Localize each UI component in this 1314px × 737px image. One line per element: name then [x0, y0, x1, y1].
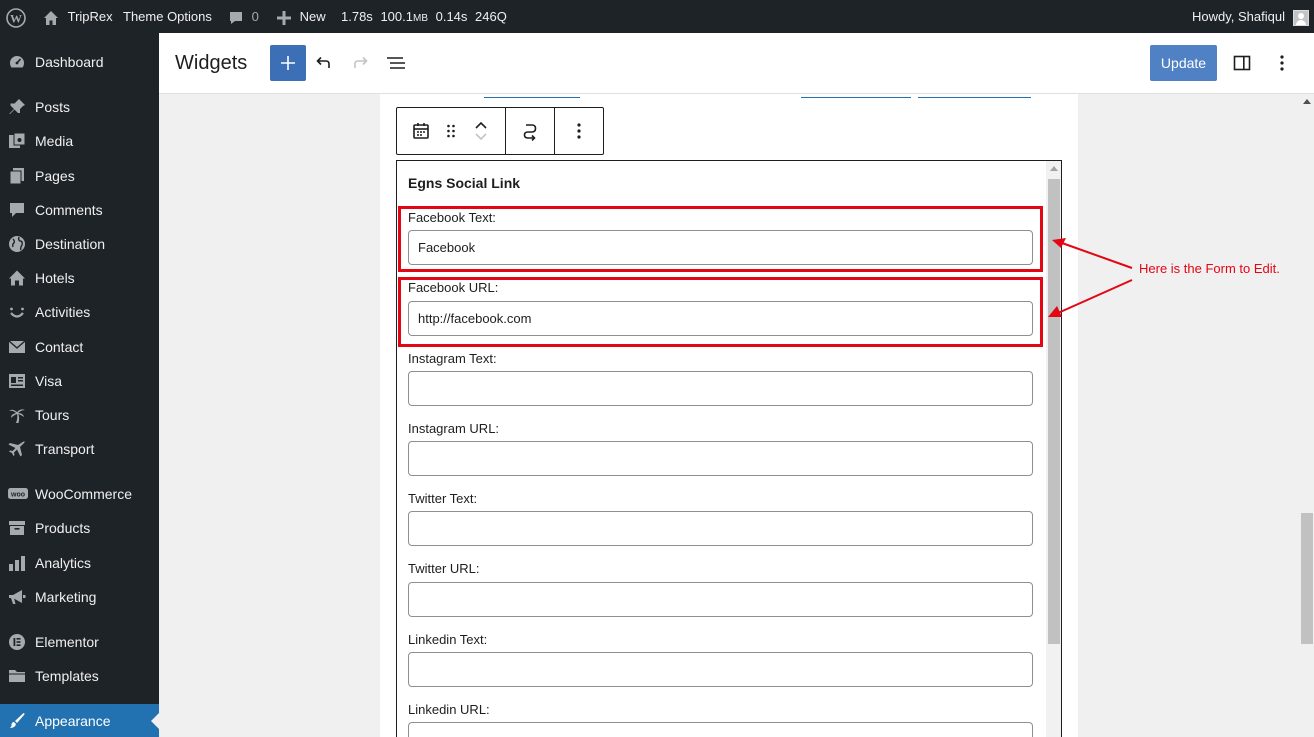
annotation-arrows: [1048, 238, 1133, 317]
annotation-text: Here is the Form to Edit.: [1139, 261, 1280, 276]
page-scroll-up-arrow[interactable]: [1303, 99, 1311, 104]
page-scrollbar-thumb[interactable]: [1301, 513, 1313, 644]
